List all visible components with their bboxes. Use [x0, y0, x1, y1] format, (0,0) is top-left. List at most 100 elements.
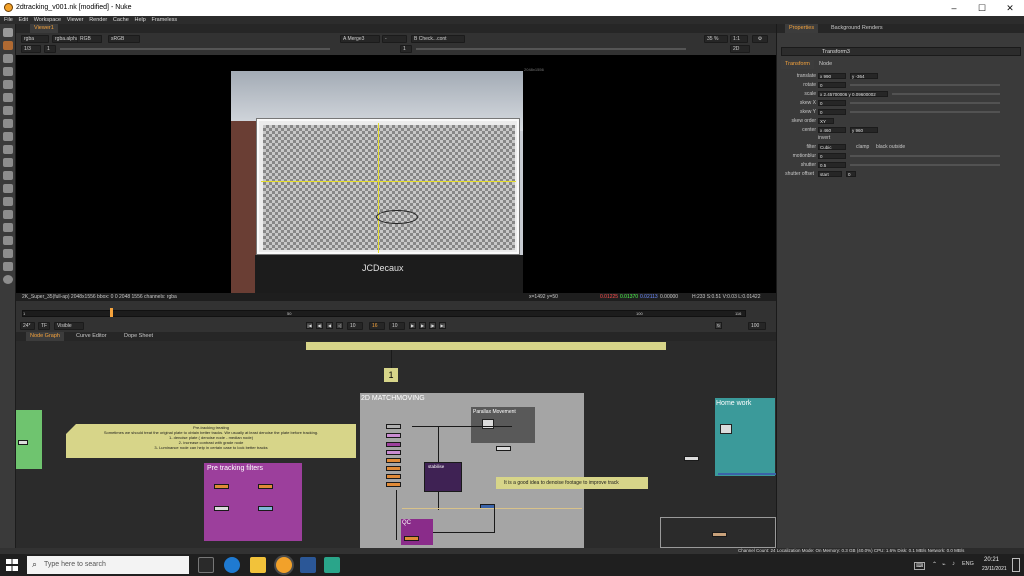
prev-key-button[interactable]: ◀|	[316, 322, 323, 329]
filter-dropdown[interactable]: Cubic	[818, 144, 846, 150]
channels-dropdown[interactable]: rgba	[21, 35, 49, 43]
denoise-node[interactable]	[214, 484, 229, 489]
denoise-note[interactable]: It is a good idea to denoise footage to …	[496, 477, 648, 489]
scale-field[interactable]: x 2.45700006 y 0.09600002	[818, 91, 888, 97]
task-view-icon[interactable]	[198, 557, 214, 573]
tab-transform[interactable]: Transform	[781, 60, 814, 69]
rotate-slider[interactable]	[850, 84, 1000, 86]
skewx-field[interactable]: 0	[818, 100, 846, 106]
rotate-field[interactable]: 0	[818, 82, 846, 88]
image-tool-icon[interactable]	[3, 28, 13, 37]
input-a-dropdown[interactable]: A Merge3	[340, 35, 380, 43]
network-icon[interactable]: ⌁	[942, 561, 946, 568]
menu-file[interactable]: File	[4, 16, 13, 24]
node-name[interactable]: Transform3	[822, 49, 850, 55]
play-forward-button[interactable]: ▶	[409, 322, 416, 329]
black-outside-checkbox[interactable]: black outside	[876, 144, 905, 150]
scale-slider[interactable]	[892, 93, 1000, 95]
node-chain-a[interactable]	[386, 424, 401, 429]
nuke-tool-icon[interactable]	[3, 275, 13, 284]
gamma-field[interactable]: 1	[400, 45, 412, 53]
tab-dope-sheet[interactable]: Dope Sheet	[120, 332, 157, 341]
edge-browser-icon[interactable]	[224, 557, 240, 573]
frame-field[interactable]: 1/3	[21, 45, 41, 53]
skip-end-button[interactable]: ▶|	[439, 322, 446, 329]
color-tool-icon[interactable]	[3, 80, 13, 89]
menu-render[interactable]: Render	[89, 16, 107, 24]
zoom-dropdown[interactable]: 35 %	[704, 35, 728, 43]
volume-icon[interactable]: ♪	[952, 561, 955, 567]
skew-order-dropdown[interactable]: XY	[818, 118, 834, 124]
app-m-icon[interactable]	[324, 557, 340, 573]
gain-slider[interactable]	[60, 48, 330, 50]
word-icon[interactable]	[300, 557, 316, 573]
current-frame-field[interactable]: 16	[369, 322, 385, 330]
median-node[interactable]	[258, 484, 273, 489]
menu-help[interactable]: Help	[134, 16, 145, 24]
views-tool-icon[interactable]	[3, 158, 13, 167]
step-forward-field[interactable]: 10	[389, 322, 405, 330]
skewy-field[interactable]: 0	[818, 109, 846, 115]
center-y-field[interactable]: y 960	[850, 127, 878, 133]
draw-tool-icon[interactable]	[3, 41, 13, 50]
shutter-slider[interactable]	[850, 164, 1000, 166]
pre-tracking-note[interactable]: Pre-tracking treating Sometimes we shoul…	[66, 424, 356, 458]
tab-node-graph[interactable]: Node Graph	[26, 332, 64, 341]
close-button[interactable]: ✕	[996, 0, 1024, 16]
shutter-offset-field[interactable]: 0	[846, 171, 856, 177]
view-mode-dropdown[interactable]: 2D	[730, 45, 750, 53]
fps-dropdown[interactable]: 24*	[20, 322, 35, 330]
translate-y-field[interactable]: y -364	[850, 73, 878, 79]
loop-icon[interactable]: ↻	[715, 322, 722, 329]
node-chain-f[interactable]	[386, 466, 401, 471]
gizmo-tool-icon[interactable]	[3, 249, 13, 258]
keyer-tool-icon[interactable]	[3, 106, 13, 115]
read-node-thumbnail[interactable]	[482, 419, 494, 429]
next-frame-button[interactable]: ▶	[419, 322, 426, 329]
transform-handle[interactable]	[376, 210, 418, 224]
mini-map-node[interactable]	[712, 532, 727, 537]
input-b-dropdown[interactable]: B Check...cont	[411, 35, 465, 43]
home-work-backdrop[interactable]: Home work	[715, 398, 775, 476]
tab-node[interactable]: Node	[815, 60, 836, 69]
tf-dropdown[interactable]: TF	[38, 322, 50, 330]
motionblur-field[interactable]: 0	[818, 153, 846, 159]
shutter-offset-dropdown[interactable]: start	[818, 171, 842, 177]
node-graph-panel[interactable]: Node Graph Curve Editor Dope Sheet 1 Pre…	[16, 332, 776, 548]
skewx-slider[interactable]	[850, 102, 1000, 104]
deep-tool-icon[interactable]	[3, 210, 13, 219]
menu-viewer[interactable]: Viewer	[67, 16, 84, 24]
playhead[interactable]	[109, 308, 113, 317]
nuke-taskbar-icon[interactable]	[276, 557, 292, 573]
merge-tool-icon[interactable]	[3, 119, 13, 128]
clock-date[interactable]: 23/11/2021	[982, 566, 1007, 572]
luminance-node[interactable]	[258, 506, 273, 511]
node-chain-c[interactable]	[386, 442, 401, 447]
3d-tool-icon[interactable]	[3, 145, 13, 154]
next-key-button[interactable]: |▶	[429, 322, 436, 329]
keyboard-icon[interactable]: ⌨	[914, 562, 926, 570]
step-back-field[interactable]: 10	[347, 322, 363, 330]
other-tool-icon[interactable]	[3, 236, 13, 245]
stabilise-node[interactable]: stabilise	[424, 462, 462, 492]
composite-dropdown[interactable]: -	[382, 35, 407, 43]
prev-frame-button[interactable]: ◀	[326, 322, 333, 329]
language-indicator[interactable]: ENG	[962, 561, 974, 567]
toolsets-tool-icon[interactable]	[3, 184, 13, 193]
metadata-tool-icon[interactable]	[3, 171, 13, 180]
settings-tool-icon[interactable]	[3, 262, 13, 271]
time-tool-icon[interactable]	[3, 54, 13, 63]
furnace-tool-icon[interactable]	[3, 223, 13, 232]
node-chain-b[interactable]	[386, 433, 401, 438]
top-sticky-note[interactable]	[306, 342, 666, 350]
gamma-slider[interactable]	[416, 48, 686, 50]
home-work-read-thumbnail[interactable]	[720, 424, 732, 434]
channel-tool-icon[interactable]	[3, 67, 13, 76]
tab-properties[interactable]: Properties	[785, 24, 819, 33]
maximize-button[interactable]: ☐	[968, 0, 996, 16]
skewy-slider[interactable]	[850, 111, 1000, 113]
edge-node[interactable]	[18, 440, 28, 445]
transform-tool-icon[interactable]	[3, 132, 13, 141]
play-backward-button[interactable]: ◁	[336, 322, 343, 329]
tab-background-renders[interactable]: Background Renders	[827, 24, 887, 33]
